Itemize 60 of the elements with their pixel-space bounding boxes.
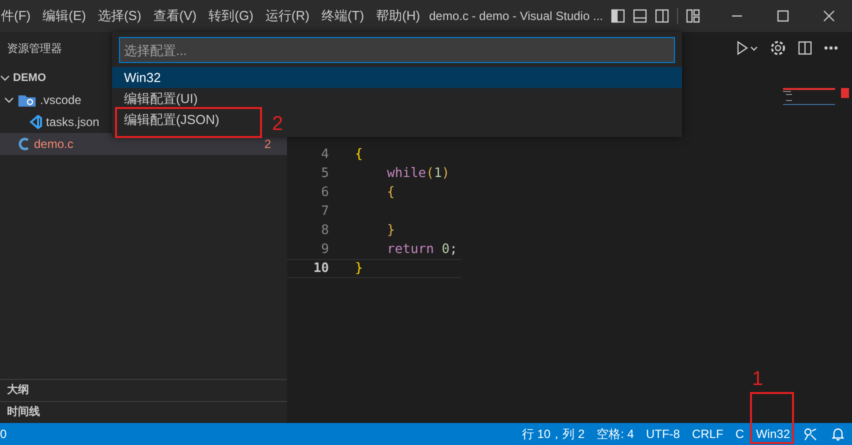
menu-item[interactable]: 编辑(E) — [38, 6, 91, 26]
problem-count: 2 — [264, 136, 271, 153]
status-item[interactable]: CRLF — [686, 425, 730, 443]
code-line: while(1) — [387, 164, 451, 183]
line-number: 6 — [320, 184, 329, 202]
run-icon[interactable] — [736, 40, 758, 56]
palette-item[interactable]: Win32 — [124, 68, 161, 88]
status-item[interactable]: Win32 — [750, 425, 796, 443]
palette-item[interactable]: 编辑配置(JSON) — [124, 110, 220, 130]
close-icon[interactable] — [823, 10, 835, 22]
split-layout-icon[interactable] — [654, 9, 669, 23]
status-item[interactable]: 行 10，列 2 — [516, 425, 591, 443]
tree-item[interactable]: demo.c — [34, 135, 74, 153]
window-title: demo.c - demo - Visual Studio ... — [429, 8, 603, 25]
code-line: } — [387, 222, 396, 240]
minimap-drawing[interactable] — [783, 88, 849, 106]
annotation-number: 1 — [752, 369, 764, 389]
line-number: 10 — [312, 260, 329, 278]
chevron-down-icon[interactable] — [0, 73, 10, 83]
menu-item[interactable]: 转到(G) — [204, 6, 258, 26]
status-item[interactable]: 空格: 4 — [590, 425, 640, 443]
sidebar-layout-icon[interactable] — [610, 9, 625, 23]
line-number: 7 — [320, 202, 329, 221]
tree-root[interactable]: DEMO — [13, 70, 46, 86]
menu-item[interactable]: 运行(R) — [260, 6, 314, 26]
ribbon-logo-icon[interactable] — [28, 115, 42, 129]
split-editor-icon[interactable] — [798, 41, 812, 55]
sidebar-title: 资源管理器 — [7, 42, 62, 58]
menu-item[interactable]: 选择(S) — [92, 6, 146, 26]
palette-item[interactable]: 编辑配置(UI) — [124, 88, 198, 108]
menu-item[interactable]: 件(F) — [0, 6, 36, 26]
annotation-number: 2 — [272, 114, 284, 134]
folder-gear-icon[interactable] — [18, 93, 36, 107]
search-field[interactable]: 选择配置... — [119, 37, 675, 63]
panel-header[interactable]: 大纲 — [0, 379, 287, 401]
settings-icon[interactable] — [770, 40, 786, 56]
chevron-down-icon[interactable] — [4, 95, 14, 105]
code-line: } — [355, 260, 364, 278]
tree-item[interactable]: tasks.json — [46, 113, 100, 131]
menu-item[interactable]: 查看(V) — [148, 6, 202, 26]
status-item[interactable]: UTF-8 — [640, 425, 686, 443]
code-line: return 0; — [387, 240, 458, 259]
c-file-icon — [18, 137, 30, 151]
menu-item[interactable]: 帮助(H) — [371, 6, 426, 26]
status-item[interactable]: C — [729, 425, 750, 443]
menu-item[interactable]: 终端(T) — [316, 6, 370, 26]
maximize-icon[interactable] — [777, 10, 789, 22]
status-item[interactable]: 0 — [0, 425, 15, 443]
code-line: { — [387, 184, 396, 202]
bell-icon[interactable] — [832, 427, 844, 441]
line-number: 4 — [320, 146, 329, 164]
line-number: 9 — [320, 240, 329, 259]
highlight-frame — [750, 392, 794, 444]
layout-grid-icon[interactable] — [686, 9, 700, 23]
code-line: { — [355, 146, 364, 164]
tree-item[interactable]: .vscode — [40, 91, 82, 109]
panel-layout-icon[interactable] — [632, 9, 647, 23]
feedback-icon[interactable] — [803, 427, 817, 441]
line-number: 5 — [320, 164, 329, 183]
line-number: 8 — [320, 222, 329, 240]
